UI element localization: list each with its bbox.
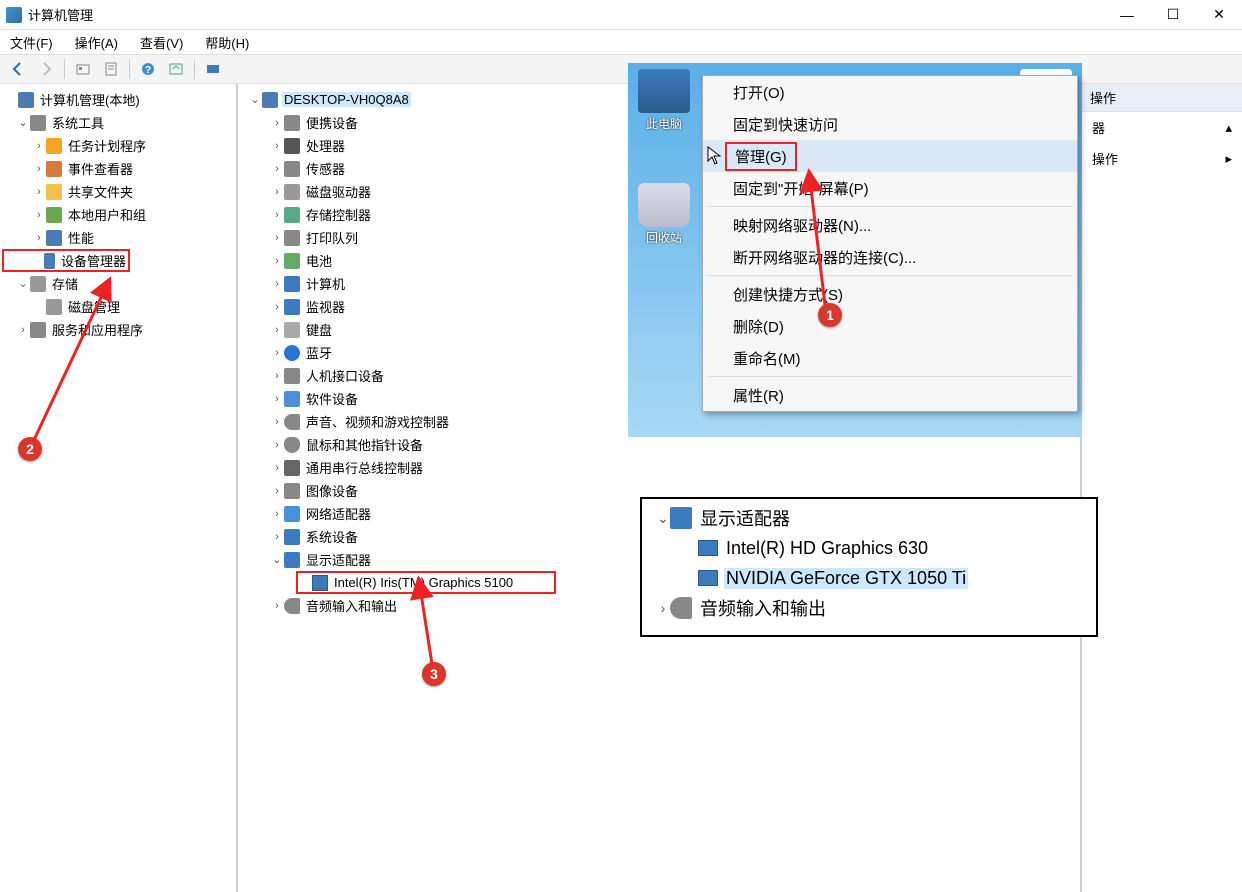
ctx-pin-start[interactable]: 固定到"开始"屏幕(P) <box>703 172 1077 204</box>
ov-nvidia-gtx-1050ti[interactable]: NVIDIA GeForce GTX 1050 Ti <box>646 563 1092 593</box>
device-usb[interactable]: ›通用串行总线控制器 <box>240 456 1078 479</box>
app-icon <box>6 7 22 23</box>
svg-text:?: ? <box>145 65 151 76</box>
actions-pane: 操作 器▴ 操作▸ <box>1082 84 1242 892</box>
ov-intel-hd-630[interactable]: Intel(R) HD Graphics 630 <box>646 533 1092 563</box>
display-adapter-icon <box>284 552 300 568</box>
navigation-tree: 计算机管理(本地) ⌄ 系统工具 › 任务计划程序 › 事件查看器 › 共享文件… <box>0 84 238 892</box>
event-icon <box>46 161 62 177</box>
keyboard-icon <box>284 322 300 338</box>
chevron-right-icon: ▸ <box>1225 151 1232 167</box>
menu-bar: 文件(F) 操作(A) 查看(V) 帮助(H) <box>0 30 1242 54</box>
pc-icon <box>262 92 278 108</box>
audio-io-icon <box>670 597 692 619</box>
folder-icon <box>46 184 62 200</box>
ctx-properties[interactable]: 属性(R) <box>703 379 1077 411</box>
gpu-icon <box>698 540 718 556</box>
cursor-icon <box>707 146 723 170</box>
ov-audio-io[interactable]: › 音频输入和输出 <box>646 593 1092 623</box>
arrow-1 <box>800 175 840 318</box>
tree-local-users[interactable]: › 本地用户和组 <box>2 203 234 226</box>
close-button[interactable]: ✕ <box>1196 0 1242 30</box>
tree-task-scheduler[interactable]: › 任务计划程序 <box>2 134 234 157</box>
monitor-icon <box>284 299 300 315</box>
portable-icon <box>284 115 300 131</box>
actions-header: 操作 <box>1082 84 1242 112</box>
title-bar: 计算机管理 — ☐ ✕ <box>0 0 1242 30</box>
back-button[interactable] <box>6 58 30 80</box>
network-icon <box>284 506 300 522</box>
window-title: 计算机管理 <box>28 5 1104 24</box>
menu-action[interactable]: 操作(A) <box>71 31 122 54</box>
menu-file[interactable]: 文件(F) <box>6 31 57 54</box>
printer-icon <box>284 230 300 246</box>
ctx-delete[interactable]: 删除(D) <box>703 310 1077 342</box>
menu-view[interactable]: 查看(V) <box>136 31 187 54</box>
ctx-pin-quick[interactable]: 固定到快速访问 <box>703 108 1077 140</box>
gpu-icon <box>312 575 328 591</box>
tree-performance[interactable]: › 性能 <box>2 226 234 249</box>
minimize-button[interactable]: — <box>1104 0 1150 30</box>
tree-computer-management[interactable]: 计算机管理(本地) <box>2 88 234 111</box>
desktop-recycle-bin[interactable]: 回收站 <box>638 183 690 246</box>
bluetooth-icon <box>284 345 300 361</box>
ctx-map-drive[interactable]: 映射网络驱动器(N)... <box>703 209 1077 241</box>
pc-desktop-icon <box>638 69 690 113</box>
users-icon <box>46 207 62 223</box>
desktop-this-pc[interactable]: 此电脑 <box>638 69 690 132</box>
menu-help[interactable]: 帮助(H) <box>201 31 253 54</box>
tree-system-tools[interactable]: ⌄ 系统工具 <box>2 111 234 134</box>
tree-event-viewer[interactable]: › 事件查看器 <box>2 157 234 180</box>
computer-icon <box>284 276 300 292</box>
recycle-icon <box>638 183 690 227</box>
clock-icon <box>46 138 62 154</box>
battery-icon <box>284 253 300 269</box>
hid-icon <box>284 368 300 384</box>
ctx-manage[interactable]: 管理(G) <box>703 140 1077 172</box>
tree-device-manager[interactable]: 设备管理器 <box>2 249 130 272</box>
speaker-icon <box>284 414 300 430</box>
properties-button[interactable] <box>99 58 123 80</box>
device-overlay: ⌄ 显示适配器 Intel(R) HD Graphics 630 NVIDIA … <box>640 497 1098 637</box>
mouse-icon <box>284 437 300 453</box>
ctx-disconnect[interactable]: 断开网络驱动器的连接(C)... <box>703 241 1077 273</box>
ctx-rename[interactable]: 重命名(M) <box>703 342 1077 374</box>
device-mgr-icon <box>44 253 55 269</box>
collapse-icon: ▴ <box>1225 120 1232 136</box>
software-icon <box>284 391 300 407</box>
perf-icon <box>46 230 62 246</box>
up-button[interactable] <box>71 58 95 80</box>
system-icon <box>284 529 300 545</box>
maximize-button[interactable]: ☐ <box>1150 0 1196 30</box>
context-menu-overlay: 此电脑 回收站 打开(O) 固定到快速访问 管理(G) 固定到"开始"屏幕(P)… <box>628 63 1082 437</box>
display-adapter-icon <box>670 507 692 529</box>
imaging-icon <box>284 483 300 499</box>
usb-icon <box>284 460 300 476</box>
storage-ctrl-icon <box>284 207 300 223</box>
help-button[interactable]: ? <box>136 58 160 80</box>
arrow-2 <box>28 282 118 455</box>
audio-io-icon <box>284 598 300 614</box>
ctx-open[interactable]: 打开(O) <box>703 76 1077 108</box>
cpu-icon <box>284 138 300 154</box>
ctx-shortcut[interactable]: 创建快捷方式(S) <box>703 278 1077 310</box>
ov-display-adapters[interactable]: ⌄ 显示适配器 <box>646 503 1092 533</box>
forward-button[interactable] <box>34 58 58 80</box>
computer-icon <box>18 92 34 108</box>
actions-item-1[interactable]: 器▴ <box>1082 112 1242 143</box>
show-hide-button[interactable] <box>201 58 225 80</box>
actions-item-2[interactable]: 操作▸ <box>1082 143 1242 174</box>
disk-drive-icon <box>284 184 300 200</box>
tree-shared-folders[interactable]: › 共享文件夹 <box>2 180 234 203</box>
sensor-icon <box>284 161 300 177</box>
arrow-3 <box>400 582 450 675</box>
gpu-icon <box>698 570 718 586</box>
tools-icon <box>30 115 46 131</box>
refresh-button[interactable] <box>164 58 188 80</box>
context-menu: 打开(O) 固定到快速访问 管理(G) 固定到"开始"屏幕(P) 映射网络驱动器… <box>702 75 1078 412</box>
